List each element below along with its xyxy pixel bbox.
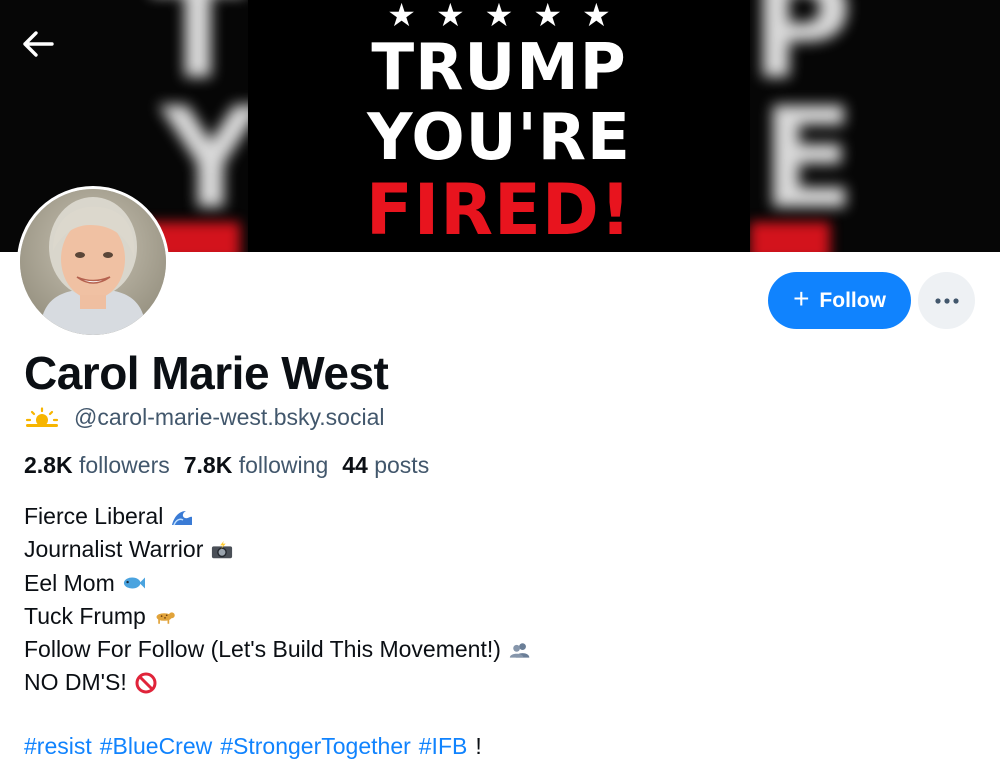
wave-icon (171, 506, 193, 528)
star-icon: ★ (435, 0, 465, 33)
sun-behind-cloud-icon (25, 406, 59, 427)
banner-headline-line-2: YOU'RE (367, 101, 631, 175)
banner-headline-line-3: FIRED! (365, 169, 633, 251)
followers-count: 2.8K (24, 452, 73, 478)
following-link[interactable]: 7.8K following (184, 452, 328, 479)
prohibited-icon (135, 672, 157, 694)
bio-line: Eel Mom (24, 567, 531, 600)
avatar[interactable] (17, 186, 169, 338)
ellipsis-icon (934, 297, 959, 304)
more-options-button[interactable] (918, 272, 975, 329)
star-icon: ★ (387, 0, 416, 33)
star-icon: ★ (533, 0, 563, 33)
hashtag-suffix: ! (475, 733, 482, 759)
bio-hashtags: #resist #BlueCrew #StrongerTogether #IFB… (24, 733, 482, 760)
posts-label: posts (374, 452, 430, 478)
followers-label: followers (78, 452, 170, 478)
bio-line: Fierce Liberal (24, 500, 531, 533)
banner-blur-right: P E (750, 0, 1000, 252)
star-icon: ★ (484, 0, 514, 33)
bio-text: Eel Mom (24, 569, 115, 596)
banner-stars: ★ ★ ★ ★ ★ (248, 0, 750, 34)
hashtag-link[interactable]: #StrongerTogether (220, 733, 411, 760)
profile-stats: 2.8K followers 7.8K following 44 posts (24, 452, 429, 479)
banner-red-stripe (750, 222, 830, 252)
bio-text: Fierce Liberal (24, 503, 164, 529)
busts-icon (509, 639, 531, 661)
leopard-icon (154, 606, 176, 628)
follow-button[interactable]: + Follow (768, 272, 911, 329)
arrow-left-icon (23, 31, 54, 57)
bio-line: NO DM'S! (24, 666, 531, 699)
plus-icon: + (793, 283, 810, 314)
bio-text: Tuck Frump (24, 602, 146, 629)
followers-link[interactable]: 2.8K followers (24, 452, 170, 479)
posts-stat: 44 posts (342, 452, 429, 479)
bio-line: Journalist Warrior (24, 533, 531, 566)
profile-handle[interactable]: @carol-marie-west.bsky.social (74, 404, 385, 431)
follow-button-label: Follow (819, 288, 886, 312)
bio-text: Follow For Follow (Let's Build This Move… (24, 636, 501, 663)
back-button[interactable] (18, 26, 58, 62)
hashtag-link[interactable]: #BlueCrew (100, 733, 213, 760)
following-count: 7.8K (183, 452, 233, 478)
following-label: following (238, 452, 329, 478)
profile-bio: Fierce Liberal Journalist Warrior Eel Mo… (24, 500, 531, 700)
avatar-photo (20, 189, 166, 335)
banner-poster: ★ ★ ★ ★ ★ TRUMP YOU'RE FIRED! (248, 0, 750, 252)
bio-text: NO DM'S! (24, 669, 127, 696)
hashtag-link[interactable]: #resist (24, 733, 92, 760)
banner-ghost-text: Y (160, 78, 250, 241)
banner-headline-line-1: TRUMP (371, 31, 627, 105)
bio-line: Tuck Frump (24, 600, 531, 633)
posts-count: 44 (342, 452, 368, 478)
hashtag-link[interactable]: #IFB (419, 733, 468, 760)
fish-icon (123, 572, 145, 594)
handle-row: @carol-marie-west.bsky.social (24, 404, 385, 431)
bio-line: Follow For Follow (Let's Build This Move… (24, 633, 531, 666)
display-name: Carol Marie West (24, 347, 389, 399)
banner-ghost-text: E (760, 78, 856, 241)
star-icon: ★ (582, 0, 611, 33)
bio-text: Journalist Warrior (24, 536, 204, 563)
camera-flash-icon (211, 539, 233, 561)
